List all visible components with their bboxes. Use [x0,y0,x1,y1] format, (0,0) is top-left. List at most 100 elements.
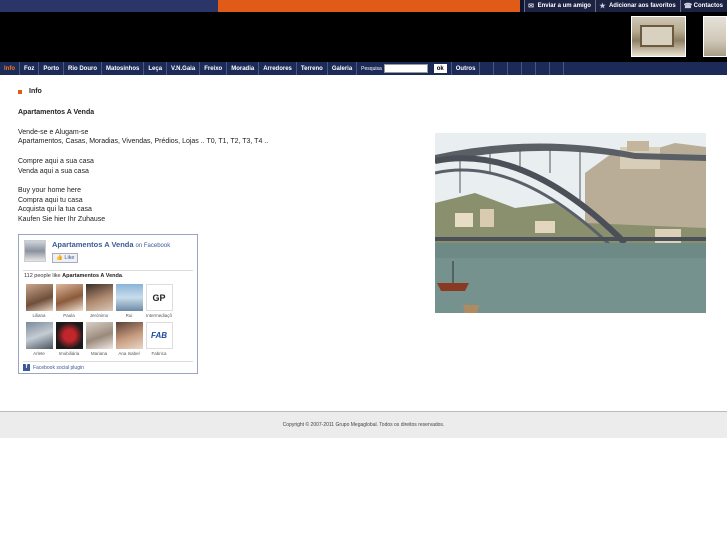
search-input[interactable] [383,64,428,73]
fb-like-button[interactable]: 👍 Like [52,253,79,263]
fb-face[interactable]: Imobiliária [54,322,84,356]
avatar [55,284,83,311]
fb-plugin-label: Facebook social plugin [33,364,84,371]
fb-face-name: Liliana [32,313,46,318]
text-line: Kaufen Sie hier Ihr Zuhause [18,216,106,223]
fb-on-facebook: on Facebook [135,243,171,249]
top-links: ✉ Enviar a um amigo ★ Adicionar aos favo… [523,0,727,12]
fb-face[interactable]: Paula [54,284,84,318]
bridge-illustration [435,133,706,313]
nav-item-galeria[interactable]: Galeria [328,62,358,75]
nav-item-freixo[interactable]: Freixo [200,62,228,75]
nav-blank-slot[interactable] [508,62,523,75]
fb-faces-grid: Liliana Paula Jerónimo Rui GP Intermediaç… [24,284,194,360]
star-icon: ★ [599,2,606,10]
nav-blank-slot[interactable] [522,62,537,75]
top-bar-blue-segment [0,0,218,12]
divider [23,270,193,271]
content-title: Apartamentos A Venda [18,109,95,116]
fb-page-name[interactable]: Apartamentos A Venda [52,240,134,249]
text-line: Vende-se e Alugam-se [18,128,89,136]
send-to-friend-label: Enviar a um amigo [537,3,591,9]
text-line: Compre aqui a sua casa [18,157,94,165]
header-thumbnail-room[interactable] [703,16,727,57]
avatar [25,284,53,311]
paragraph-offer: Vende-se e Alugam-se Apartamentos, Casas… [18,128,418,147]
fb-plugin-footer[interactable]: f Facebook social plugin [23,361,193,371]
nav-blank-slot[interactable] [480,62,495,75]
send-to-friend-link[interactable]: ✉ Enviar a um amigo [523,0,595,12]
text-line: Venda aqui a sua casa [18,167,89,175]
avatar [115,284,143,311]
nav-item-vn-gaia[interactable]: V.N.Gaia [167,62,201,75]
contacts-label: Contactos [693,3,723,9]
fb-like-count-text: 112 people like [24,273,61,279]
add-favorites-link[interactable]: ★ Adicionar aos favoritos [594,0,680,12]
envelope-icon: ✉ [528,2,535,10]
fb-face[interactable]: Mariana [84,322,114,356]
add-favorites-label: Adicionar aos favoritos [608,3,676,9]
thumbs-up-icon: 👍 [56,255,63,261]
fb-header: Apartamentos A Venda on Facebook 👍 Like [24,240,170,263]
nav-blank-slot[interactable] [550,62,565,75]
header-banner [0,12,727,62]
bullet-square-icon [18,89,22,94]
phone-icon: ☎ [683,2,693,10]
paragraph-languages: Buy your home here Compra aqui tu casa A… [18,186,418,225]
fb-face[interactable]: FAB Fabrica [144,322,174,356]
text-line: Buy your home here [18,186,82,194]
fb-face-name: Rui [125,313,133,318]
nav-item-moradia[interactable]: Moradia [227,62,260,75]
nav-item-arredores[interactable]: Arredores [259,62,297,75]
fb-face-name: Imobiliária [58,351,80,356]
fb-face[interactable]: Rui [114,284,144,318]
nav-item-foz[interactable]: Foz [20,62,40,75]
nav-item-matosinhos[interactable]: Matosinhos [102,62,145,75]
fb-face-name: Arlete [33,351,45,356]
fb-face-name: Ana Isabel [118,351,140,356]
nav-blank-slot[interactable] [536,62,551,75]
footer: Copyright © 2007-2011 Grupo Megaglobal. … [0,411,727,438]
fb-face-name: Paula [63,313,75,318]
nav-item-terreno[interactable]: Terreno [297,62,328,75]
fb-like-count-page: Apartamentos A Venda [62,273,122,279]
fb-face[interactable]: Ana Isabel [114,322,144,356]
top-bar-orange-segment [218,0,520,12]
fb-like-label: Like [64,255,75,261]
header-thumbnail-interior[interactable] [631,16,686,57]
avatar: FAB [145,322,173,349]
nav-blank-slot[interactable] [494,62,509,75]
section-title: Info [29,88,42,95]
fb-page-logo[interactable] [24,240,46,262]
search-label: Pesquisa [361,65,382,72]
nav-item-porto[interactable]: Porto [39,62,65,75]
main-content: Apartamentos A Venda Vende-se e Alugam-s… [18,108,418,234]
contacts-link[interactable]: ☎ Contactos [679,0,727,12]
porto-bridge-photo [435,133,706,313]
fb-face-name: Jerónimo [89,313,109,318]
text-line: Compra aqui tu casa [18,196,83,204]
paragraph-buy-sell: Compre aqui a sua casa Venda aqui a sua … [18,157,418,176]
fb-face-name: Mariana [90,351,108,356]
fb-face-name: Intermediaçõ [145,313,172,318]
nav-item-outros[interactable]: Outros [450,62,481,75]
facebook-like-box: Apartamentos A Venda on Facebook 👍 Like … [18,234,198,374]
nav-item-info[interactable]: Info [0,62,20,75]
section-heading: Info [18,88,42,95]
nav-item-leca[interactable]: Leça [144,62,168,75]
fb-face-name: Fabrica [151,351,167,356]
fb-face[interactable]: GP Intermediaçõ [144,284,174,318]
avatar [85,284,113,311]
fb-face[interactable]: Liliana [24,284,54,318]
facebook-icon: f [23,364,30,371]
avatar [25,322,53,349]
fb-page-info: Apartamentos A Venda on Facebook 👍 Like [52,240,170,263]
nav-item-rio-douro[interactable]: Rio Douro [64,62,103,75]
fb-like-count: 112 people like Apartamentos A Venda. [24,273,123,279]
search-ok-button[interactable]: ok [433,64,447,73]
avatar [115,322,143,349]
fb-face[interactable]: Jerónimo [84,284,114,318]
top-bar: ✉ Enviar a um amigo ★ Adicionar aos favo… [0,0,727,12]
avatar [55,322,83,349]
fb-face[interactable]: Arlete [24,322,54,356]
